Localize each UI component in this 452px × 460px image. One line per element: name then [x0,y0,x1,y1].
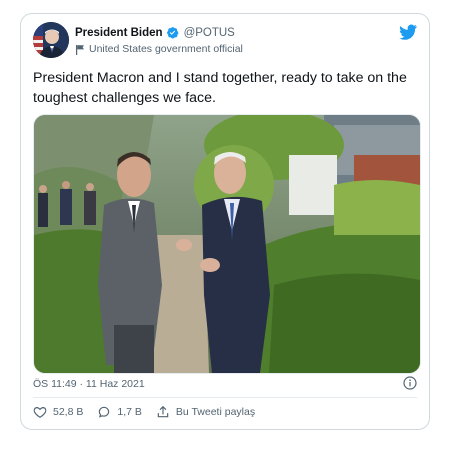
share-button[interactable]: Bu Tweeti paylaş [156,405,255,419]
share-icon [157,405,169,418]
share-label: Bu Tweeti paylaş [175,406,256,418]
reply-bubble-icon [99,406,110,418]
tweet-text: President Macron and I stand together, r… [33,70,407,106]
author-name[interactable]: President Biden [75,27,163,39]
reply-button[interactable]: 1,7 B [97,405,142,419]
twitter-bird-icon[interactable] [399,24,417,40]
flag-icon [76,44,84,55]
affiliation-text: United States government official [89,43,243,55]
info-icon[interactable] [403,376,417,390]
heart-icon [33,407,47,418]
like-button[interactable]: 52,8 B [33,405,83,419]
affiliation-label: United States government official [75,43,243,55]
tweet-photo[interactable] [33,114,421,374]
tweet-card[interactable]: President Biden @POTUS United States gov… [20,13,430,430]
action-bar: 52,8 B 1,7 B Bu Tweeti paylaş [33,405,269,419]
verified-badge-icon [166,27,179,39]
tweet-timestamp[interactable]: ÖS 11:49 · 11 Haz 2021 [33,378,145,390]
divider [33,397,417,398]
author-row: President Biden @POTUS [75,26,235,39]
avatar[interactable] [33,22,69,58]
reply-count: 1,7 B [117,406,142,418]
like-count: 52,8 B [53,406,84,418]
author-handle[interactable]: @POTUS [184,27,235,39]
